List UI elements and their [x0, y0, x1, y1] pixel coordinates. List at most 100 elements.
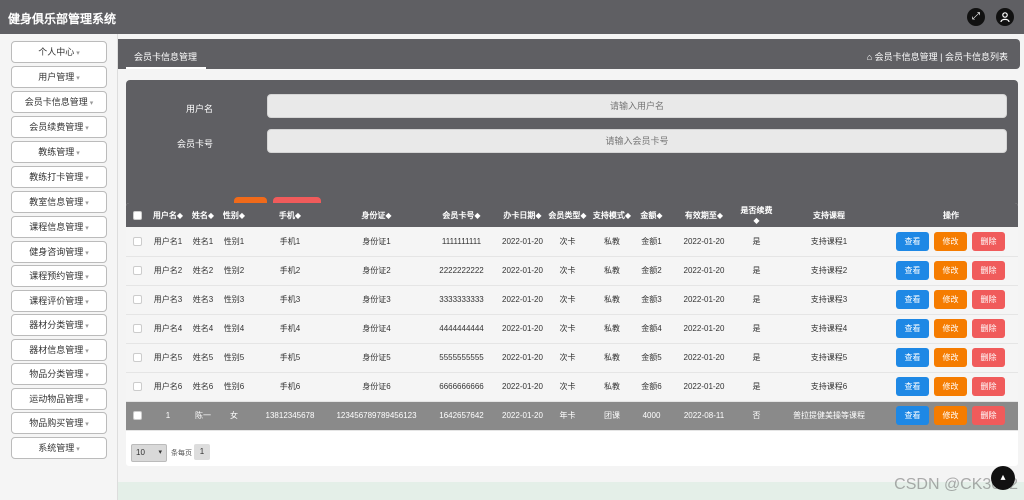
home-icon[interactable]: ⌂: [867, 52, 872, 62]
view-button[interactable]: 查看: [896, 261, 929, 280]
page-title: 会员卡信息管理: [134, 52, 198, 62]
cell-amount: 金额4: [641, 324, 662, 333]
page-number-current[interactable]: 1: [194, 444, 210, 460]
row-checkbox[interactable]: [126, 227, 148, 256]
edit-button[interactable]: 修改: [934, 348, 967, 367]
col-header-amount[interactable]: 金额◆: [634, 203, 669, 227]
breadcrumb-text[interactable]: 会员卡信息管理 | 会员卡信息列表: [875, 52, 1008, 62]
col-header-renewed[interactable]: 是否续费◆: [739, 203, 774, 227]
cardno-input[interactable]: [267, 129, 1007, 153]
cell-mode: 私教: [604, 266, 620, 275]
edit-button[interactable]: 修改: [934, 261, 967, 280]
delete-button[interactable]: 删除: [972, 231, 1005, 251]
sidebar-item-courses[interactable]: 课程信息管理 ▾: [11, 216, 107, 238]
edit-button[interactable]: 修改: [934, 406, 967, 425]
col-header-phone[interactable]: 手机◆: [250, 203, 330, 227]
sidebar-item-fitness-consulting[interactable]: 健身咨询管理 ▾: [11, 241, 107, 263]
delete-button[interactable]: 删除: [972, 290, 1005, 309]
delete-button[interactable]: 删除: [972, 319, 1005, 338]
page-size-select[interactable]: 10 ▾: [131, 444, 167, 462]
sidebar-item-membership-cards[interactable]: 会员卡信息管理 ▾: [11, 91, 107, 113]
sidebar-item-label: 课程预约管理: [29, 271, 84, 281]
sidebar-item-coach-checkin[interactable]: 教练打卡管理 ▾: [11, 166, 107, 188]
col-header-cardno[interactable]: 会员卡号◆: [423, 203, 500, 227]
sidebar-item-coaches[interactable]: 教练管理 ▾: [11, 141, 107, 163]
sidebar-item-course-reviews[interactable]: 课程评价管理 ▾: [11, 290, 107, 312]
delete-button[interactable]: 删除: [972, 348, 1005, 367]
sidebar-item-label: 物品购买管理: [29, 418, 84, 428]
edit-button[interactable]: 修改: [934, 377, 967, 396]
col-header-name[interactable]: 姓名◆: [188, 203, 218, 227]
cell-gender: 性别2: [223, 266, 245, 275]
cell-renewed: 否: [752, 411, 761, 420]
row-checkbox[interactable]: [126, 285, 148, 314]
cell-idcard: 身份证5: [362, 353, 391, 362]
sidebar-item-renewals[interactable]: 会员续费管理 ▾: [11, 116, 107, 138]
cell-renewed: 是: [752, 382, 761, 391]
edit-button[interactable]: 修改: [934, 290, 967, 309]
sidebar-item-classrooms[interactable]: 教室信息管理 ▾: [11, 191, 107, 213]
cell-card-type: 次卡: [559, 382, 576, 391]
sidebar-item-sports-items[interactable]: 运动物品管理 ▾: [11, 388, 107, 410]
col-header-idcard[interactable]: 身份证◆: [330, 203, 423, 227]
row-checkbox[interactable]: [126, 372, 148, 401]
sidebar-item-equipment[interactable]: 器材信息管理 ▾: [11, 339, 107, 361]
view-button[interactable]: 查看: [896, 348, 929, 367]
delete-button[interactable]: 删除: [972, 406, 1005, 425]
view-button[interactable]: 查看: [896, 319, 929, 338]
sidebar-item-equipment-categories[interactable]: 器材分类管理 ▾: [11, 314, 107, 336]
cell-amount: 4000: [642, 411, 661, 420]
view-button[interactable]: 查看: [896, 231, 929, 251]
edit-button[interactable]: 修改: [934, 319, 967, 338]
expand-icon[interactable]: ⤢: [967, 8, 985, 26]
chevron-down-icon: ▾: [85, 421, 89, 428]
cell-gender: 性别1: [223, 236, 245, 246]
username-input[interactable]: [267, 94, 1007, 118]
scroll-top-button[interactable]: ▴: [991, 466, 1015, 490]
delete-button[interactable]: 删除: [972, 261, 1005, 280]
sidebar-item-users[interactable]: 用户管理 ▾: [11, 66, 107, 88]
col-header-issue-date[interactable]: 办卡日期◆: [500, 203, 545, 227]
cell-mode: 私教: [604, 295, 620, 304]
row-checkbox[interactable]: [126, 256, 148, 285]
sidebar-item-label: 课程评价管理: [29, 296, 84, 306]
view-button[interactable]: 查看: [896, 377, 929, 396]
row-checkbox[interactable]: [126, 314, 148, 343]
col-header-card-type[interactable]: 会员类型◆: [545, 203, 590, 227]
sidebar-item-system[interactable]: 系统管理 ▾: [11, 437, 107, 459]
sidebar-item-item-categories[interactable]: 物品分类管理 ▾: [11, 363, 107, 385]
table-row: 用户名5 姓名5 性别5 手机5 身份证5 5555555555 2022-01…: [126, 343, 1018, 372]
cell-courses: 普拉提健美操等课程: [793, 411, 865, 420]
cell-idcard: 身份证3: [362, 295, 391, 304]
table-row: 用户名1 姓名1 性别1 手机1 身份证1 1111111111 2022-01…: [126, 227, 1018, 256]
sidebar-item-personal-center[interactable]: 个人中心 ▾: [11, 41, 107, 63]
cell-username: 用户名3: [153, 295, 183, 304]
cardno-label: 会员卡号: [176, 139, 213, 149]
sidebar-item-course-booking[interactable]: 课程预约管理 ▾: [11, 265, 107, 287]
col-header-mode[interactable]: 支持模式◆: [590, 203, 634, 227]
cell-issue-date: 2022-01-20: [502, 266, 543, 275]
chevron-down-icon: ▾: [76, 75, 80, 82]
col-header-username[interactable]: 用户名◆: [148, 203, 188, 227]
cell-username: 用户名6: [153, 382, 183, 391]
row-checkbox[interactable]: [126, 401, 148, 430]
cell-issue-date: 2022-01-20: [502, 236, 543, 246]
row-checkbox[interactable]: [126, 343, 148, 372]
sidebar-item-purchases[interactable]: 物品购买管理 ▾: [11, 412, 107, 434]
cell-mode: 私教: [604, 236, 620, 246]
delete-button[interactable]: 删除: [972, 377, 1005, 396]
table-row: 用户名4 姓名4 性别4 手机4 身份证4 4444444444 2022-01…: [126, 314, 1018, 343]
chevron-down-icon: ▾: [85, 200, 89, 207]
view-button[interactable]: 查看: [896, 406, 929, 425]
select-all-checkbox[interactable]: [126, 203, 148, 227]
view-button[interactable]: 查看: [896, 290, 929, 309]
top-bar: 健身俱乐部管理系统 ⤢: [0, 0, 1024, 34]
chevron-down-icon: ▾: [76, 50, 80, 57]
col-header-gender[interactable]: 性别◆: [218, 203, 250, 227]
user-icon[interactable]: [996, 8, 1014, 26]
col-header-valid-until[interactable]: 有效期至◆: [669, 203, 739, 227]
cell-amount: 金额6: [641, 382, 662, 391]
edit-button[interactable]: 修改: [934, 231, 967, 251]
cell-cardno: 1111111111: [441, 236, 482, 246]
chevron-down-icon: ▾: [85, 372, 89, 379]
